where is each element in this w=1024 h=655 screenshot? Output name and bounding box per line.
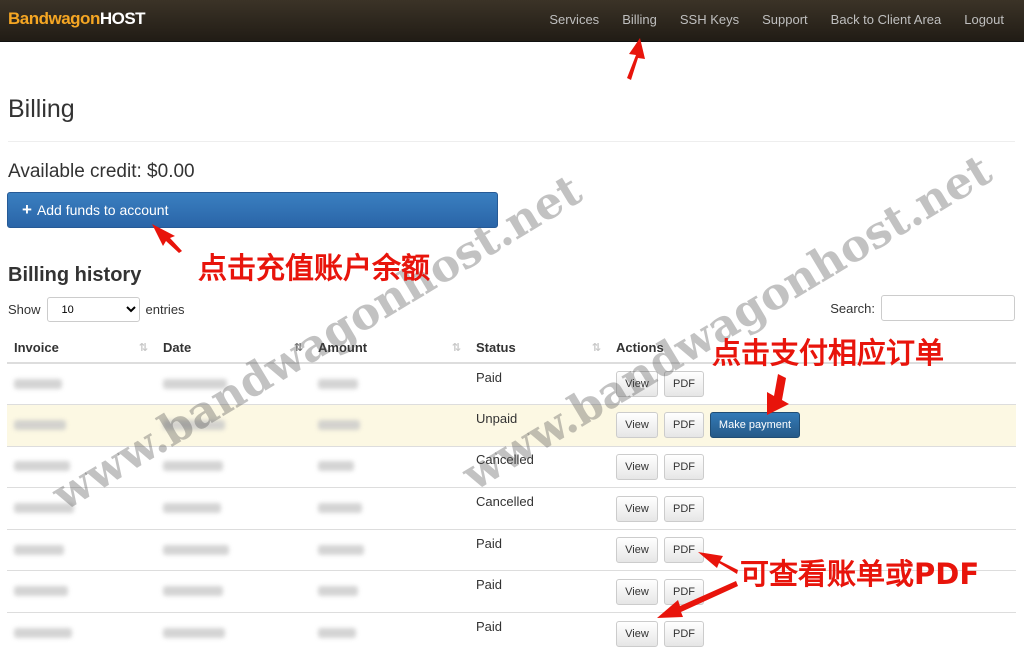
arrow-icon xyxy=(657,581,738,618)
arrow-icon xyxy=(698,552,738,574)
arrow-icon xyxy=(152,224,182,253)
arrow-icon xyxy=(767,374,789,415)
arrow-icon xyxy=(627,38,645,80)
annotation-arrows xyxy=(152,38,789,618)
